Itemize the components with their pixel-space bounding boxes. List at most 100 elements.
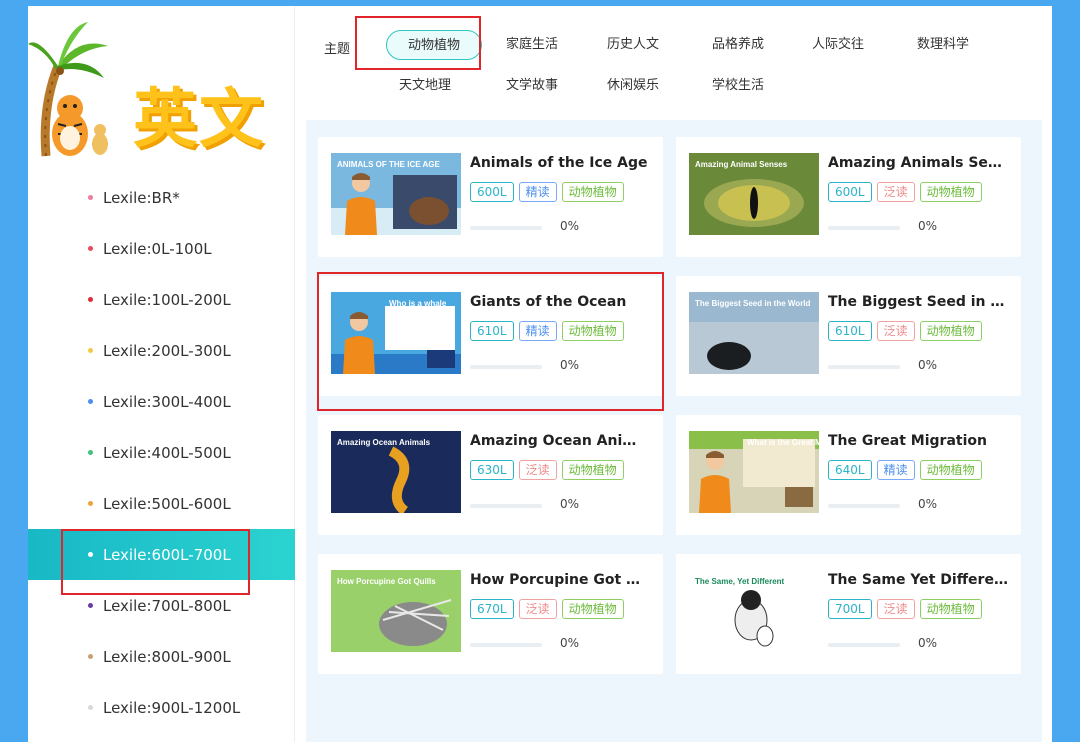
bullet-dot-icon (88, 450, 93, 455)
bullet-dot-icon (88, 297, 93, 302)
book-card[interactable]: The Biggest Seed in the World The Bigges… (676, 276, 1021, 396)
lexile-level-item[interactable]: Lexile:300L-400L (28, 376, 295, 427)
topic-tab[interactable]: 家庭生活 (492, 30, 572, 60)
topic-label: 主题 (324, 42, 351, 57)
category-tag: 动物植物 (919, 182, 982, 202)
lexile-level-item[interactable]: Lexile:800L-900L (28, 631, 295, 682)
book-thumbnail[interactable]: The Biggest Seed in the World (689, 292, 819, 374)
thumbnail-caption: ANIMALS OF THE ICE AGE (337, 160, 440, 169)
lexile-level-item[interactable]: Lexile:500L-600L (28, 478, 295, 529)
tag-group: 610L 泛读 动物植物 (828, 321, 982, 341)
lexile-level-item[interactable]: Lexile:400L-500L (28, 427, 295, 478)
book-card[interactable]: Amazing Ocean Animals Amazing Ocean Anim… (318, 415, 663, 535)
reading-mode-tag: 泛读 (518, 460, 557, 480)
book-card[interactable]: How Porcupine Got Quills How Porcupine G… (318, 554, 663, 674)
sidebar: 英文 Lexile:BR* Lexile:0L-100L Lexile:100L-2… (28, 6, 295, 742)
book-title[interactable]: Amazing Ocean Animals (470, 433, 650, 449)
logo-title: 英文 (133, 83, 265, 157)
reading-mode-tag: 泛读 (876, 321, 915, 341)
lexile-level-label: Lexile:900L-1200L (103, 698, 241, 717)
lexile-level-label: Lexile:100L-200L (103, 290, 231, 309)
logo: 英文 (28, 16, 295, 162)
lexile-tag: 600L (828, 182, 872, 202)
book-title[interactable]: The Same Yet Different (828, 572, 1008, 588)
topic-tab[interactable]: 品格养成 (698, 30, 778, 60)
reading-mode-tag: 泛读 (876, 182, 915, 202)
topic-tab[interactable]: 学校生活 (698, 71, 778, 101)
bullet-dot-icon (88, 246, 93, 251)
book-title[interactable]: Animals of the Ice Age (470, 155, 650, 171)
lexile-tag: 610L (828, 321, 872, 341)
topic-tab[interactable]: 人际交往 (798, 30, 878, 60)
book-thumbnail[interactable]: Amazing Ocean Animals (331, 431, 461, 513)
progress-percent: 0% (918, 219, 938, 233)
tag-group: 670L 泛读 动物植物 (470, 599, 624, 619)
lexile-level-item[interactable]: Lexile:0L-100L (28, 223, 295, 274)
tag-group: 700L 泛读 动物植物 (828, 599, 982, 619)
progress-bar (828, 504, 900, 508)
thumbnail-caption: What is the Great Migration (747, 438, 819, 447)
highlight-box-topic (355, 16, 481, 70)
book-card[interactable]: The Same, Yet Different The Same Yet Dif… (676, 554, 1021, 674)
bullet-dot-icon (88, 501, 93, 506)
book-card[interactable]: Amazing Animal Senses Amazing Animals Se… (676, 137, 1021, 257)
progress-bar (470, 226, 542, 230)
book-thumbnail[interactable]: What is the Great Migration (689, 431, 819, 513)
lexile-level-label: Lexile:400L-500L (103, 443, 231, 462)
category-tag: 动物植物 (561, 182, 624, 202)
category-tag: 动物植物 (561, 599, 624, 619)
lexile-level-label: Lexile:700L-800L (103, 596, 231, 615)
category-tag: 动物植物 (919, 599, 982, 619)
book-thumbnail[interactable]: Amazing Animal Senses (689, 153, 819, 235)
lexile-level-item[interactable]: Lexile:BR* (28, 172, 295, 223)
reading-mode-tag: 精读 (518, 182, 557, 202)
progress-percent: 0% (918, 358, 938, 372)
lexile-tag: 700L (828, 599, 872, 619)
book-title[interactable]: Amazing Animals Senses (828, 155, 1008, 171)
topic-tab[interactable]: 数理科学 (903, 30, 983, 60)
lexile-level-label: Lexile:500L-600L (103, 494, 231, 513)
bullet-dot-icon (88, 399, 93, 404)
progress-percent: 0% (560, 219, 580, 233)
thumbnail-caption: The Biggest Seed in the World (695, 299, 811, 308)
reading-mode-tag: 泛读 (876, 599, 915, 619)
bullet-dot-icon (88, 195, 93, 200)
lexile-level-item[interactable]: Lexile:100L-200L (28, 274, 295, 325)
book-card[interactable]: What is the Great Migration The Great Mi… (676, 415, 1021, 535)
progress-bar (828, 643, 900, 647)
topic-tab[interactable]: 天文地理 (385, 71, 465, 101)
progress-percent: 0% (560, 636, 580, 650)
topic-tab[interactable]: 历史人文 (593, 30, 673, 60)
book-title[interactable]: The Biggest Seed in the World (828, 294, 1008, 310)
tag-group: 600L 泛读 动物植物 (828, 182, 982, 202)
category-tag: 动物植物 (919, 321, 982, 341)
book-card[interactable]: ANIMALS OF THE ICE AGE Animals of the Ic… (318, 137, 663, 257)
book-thumbnail[interactable]: The Same, Yet Different (689, 570, 819, 652)
thumbnail-caption: Amazing Animal Senses (695, 160, 788, 169)
lexile-level-label: Lexile:300L-400L (103, 392, 231, 411)
category-tag: 动物植物 (561, 460, 624, 480)
progress-bar (828, 226, 900, 230)
reading-mode-tag: 泛读 (518, 599, 557, 619)
book-title[interactable]: How Porcupine Got Quills (470, 572, 650, 588)
book-thumbnail[interactable]: ANIMALS OF THE ICE AGE (331, 153, 461, 235)
palm-tiger-icon (28, 22, 108, 157)
lexile-level-item[interactable]: Lexile:900L-1200L (28, 682, 295, 733)
topic-tab[interactable]: 文学故事 (492, 71, 572, 101)
category-tag: 动物植物 (919, 460, 982, 480)
lexile-level-list: Lexile:BR* Lexile:0L-100L Lexile:100L-200L… (28, 172, 295, 733)
progress-percent: 0% (918, 636, 938, 650)
lexile-tag: 640L (828, 460, 872, 480)
lexile-level-label: Lexile:BR* (103, 188, 180, 207)
lexile-level-label: Lexile:200L-300L (103, 341, 231, 360)
lexile-level-item[interactable]: Lexile:200L-300L (28, 325, 295, 376)
book-thumbnail[interactable]: How Porcupine Got Quills (331, 570, 461, 652)
highlight-box-level (61, 529, 250, 595)
lexile-level-label: Lexile:800L-900L (103, 647, 231, 666)
book-title[interactable]: The Great Migration (828, 433, 1008, 449)
bullet-dot-icon (88, 603, 93, 608)
progress-percent: 0% (918, 497, 938, 511)
topic-tab[interactable]: 休闲娱乐 (593, 71, 673, 101)
thumbnail-caption: How Porcupine Got Quills (337, 577, 436, 586)
lexile-tag: 600L (470, 182, 514, 202)
